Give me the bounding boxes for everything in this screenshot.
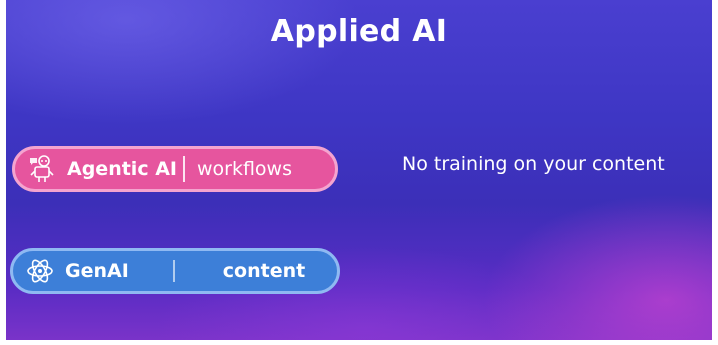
robot-icon xyxy=(25,152,59,186)
slide-title: Applied AI xyxy=(270,14,448,49)
pill-divider xyxy=(172,260,175,282)
workflows-label: workflows xyxy=(196,158,292,180)
agentic-ai-label: Agentic AI xyxy=(67,158,177,180)
presentation-slide: Applied AI Agentic AI workflows No train… xyxy=(6,0,712,340)
genai-label: GenAI xyxy=(65,260,129,282)
genai-pill: GenAI content xyxy=(10,248,340,294)
privacy-note: No training on your content xyxy=(402,153,665,175)
agentic-ai-pill: Agentic AI workflows xyxy=(12,146,338,192)
pill-divider xyxy=(182,156,185,182)
atom-icon xyxy=(23,254,57,288)
content-label: content xyxy=(222,260,306,282)
